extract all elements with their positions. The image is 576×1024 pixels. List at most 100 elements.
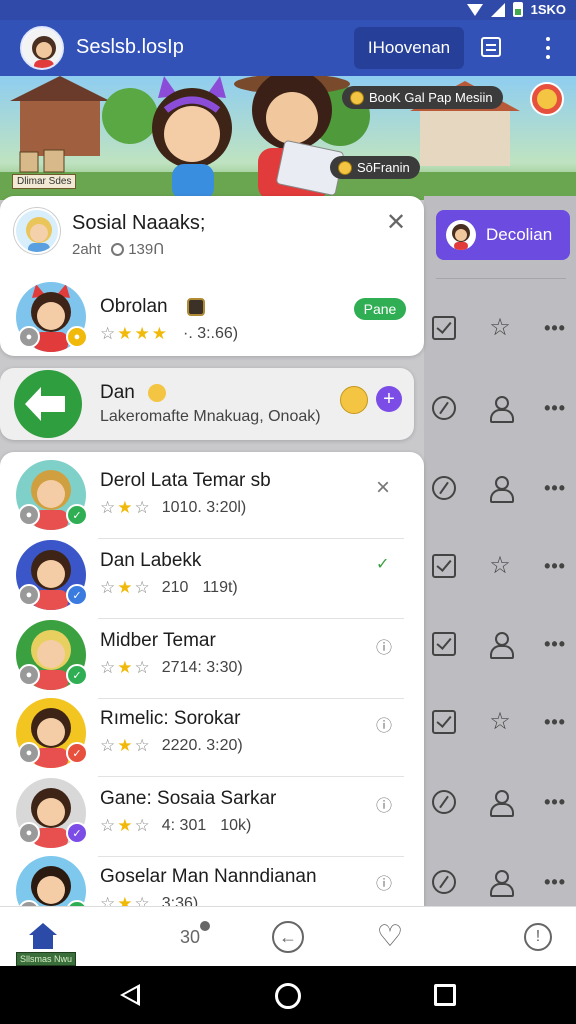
person-icon[interactable] <box>489 476 515 503</box>
status-badge: ● <box>18 822 40 844</box>
app-badge: ✓ <box>66 504 88 526</box>
info-icon[interactable]: ⓘ <box>376 712 392 736</box>
compass-icon[interactable] <box>432 476 456 500</box>
status-badge: ● <box>18 326 40 348</box>
side-row: ☆ ••• <box>432 308 572 348</box>
side-row: ••• <box>432 388 572 428</box>
system-back-button[interactable] <box>120 984 140 1006</box>
check-icon[interactable]: ✓ <box>376 554 389 574</box>
status-badge: ● <box>18 664 40 686</box>
add-button[interactable]: + <box>376 386 402 412</box>
rating-stars: ☆★☆ <box>100 498 152 517</box>
status-time: 1SKO <box>530 2 566 17</box>
app-badge: ✓ <box>66 584 88 606</box>
system-home-button[interactable] <box>275 983 301 1009</box>
group-chat-card[interactable]: Dan Lakeromafte Mnakuag, Onoak) <box>0 368 414 440</box>
close-icon[interactable]: ✕ <box>386 208 406 237</box>
group-name: Dan <box>100 382 167 404</box>
info-icon: ! <box>524 923 552 951</box>
person-icon[interactable] <box>489 790 515 817</box>
status-bar: 1SKO <box>0 0 576 20</box>
banner-tag-bottom[interactable]: SōFranin <box>330 156 420 179</box>
emoji-icon <box>338 160 352 175</box>
featured-name: Obrolan <box>100 296 205 318</box>
count-indicator: 30 <box>180 920 211 948</box>
rating-stars: ☆★★★ <box>100 324 169 343</box>
document-button[interactable] <box>476 29 506 65</box>
side-action-button[interactable]: Decolian <box>436 210 570 260</box>
star-icon[interactable]: ☆ <box>489 710 511 734</box>
app-badge: ✓ <box>66 664 88 686</box>
star-icon[interactable]: ☆ <box>489 554 511 578</box>
person-icon[interactable] <box>489 870 515 897</box>
nav-count[interactable]: 30 <box>170 919 211 955</box>
nav-home[interactable] <box>28 919 58 955</box>
status-badge: ● <box>18 504 40 526</box>
more-icon[interactable]: ••• <box>544 556 566 577</box>
banner-caption: Dlimar Sdes <box>12 174 77 189</box>
card-title: Sosial Naaaks; <box>72 212 206 234</box>
checkbox-icon[interactable] <box>432 632 456 656</box>
banner-tag-top[interactable]: BooK Gal Pap Mesiin <box>342 86 503 109</box>
side-row: ••• <box>432 624 572 664</box>
contact-meta: ☆★☆ 4: 301 10k) <box>100 816 252 835</box>
divider <box>436 278 566 279</box>
more-icon[interactable]: ••• <box>544 792 566 813</box>
divider <box>98 698 404 699</box>
nav-back-arrow[interactable]: ← <box>270 919 306 955</box>
compass-icon[interactable] <box>432 396 456 420</box>
rating-stars: ☆★☆ <box>100 816 152 835</box>
divider <box>98 856 404 857</box>
close-icon[interactable]: × <box>376 474 390 502</box>
signal-icon <box>490 2 505 17</box>
notification-dot <box>200 920 211 931</box>
group-icon <box>14 370 82 438</box>
more-options-button[interactable] <box>540 34 556 62</box>
checkbox-icon[interactable] <box>432 316 456 340</box>
rating-stars: ☆★☆ <box>100 658 152 677</box>
compass-icon[interactable] <box>432 790 456 814</box>
header-chip-button[interactable]: IHoovenan <box>354 27 464 69</box>
nav-favorites[interactable]: ♡ <box>372 919 408 955</box>
emoji-icon <box>350 90 364 105</box>
bottom-navigation: 30 ← ♡ ! <box>0 906 576 966</box>
avatar <box>446 220 476 250</box>
info-icon[interactable]: ⓘ <box>376 634 392 658</box>
app-title: Seslsb.losIp <box>76 36 184 58</box>
more-icon[interactable]: ••• <box>544 478 566 499</box>
more-icon[interactable]: ••• <box>544 318 566 339</box>
compass-icon[interactable] <box>432 870 456 894</box>
nav-info[interactable]: ! <box>520 919 556 955</box>
more-icon[interactable]: ••• <box>544 712 566 733</box>
wifi-icon <box>466 3 483 16</box>
person-icon[interactable] <box>489 632 515 659</box>
contact-meta: ☆★☆ 2220. 3:20) <box>100 736 243 755</box>
system-recents-button[interactable] <box>434 984 456 1006</box>
emoji-reaction-button[interactable] <box>530 82 564 116</box>
checkbox-icon[interactable] <box>432 554 456 578</box>
battery-icon <box>512 2 523 17</box>
star-icon[interactable]: ☆ <box>489 316 511 340</box>
checkbox-icon[interactable] <box>432 710 456 734</box>
info-icon[interactable]: ⓘ <box>376 870 392 894</box>
featured-meta: ☆★★★ ·. 3:.66) <box>100 324 239 343</box>
hero-banner: BooK Gal Pap Mesiin SōFranin <box>0 76 576 200</box>
heart-icon: ♡ <box>376 920 404 953</box>
card-subtitle: 2aht 139Ո <box>72 240 165 259</box>
info-icon[interactable]: ⓘ <box>376 792 392 816</box>
status-badge: ● <box>18 742 40 764</box>
contact-meta: ☆★☆ 210 119t) <box>100 578 238 597</box>
contact-name: Midber Temar <box>100 630 216 651</box>
status-pill[interactable]: Pane <box>354 298 406 320</box>
more-icon[interactable]: ••• <box>544 398 566 419</box>
profile-avatar[interactable] <box>20 26 64 70</box>
arrow-left-icon: ← <box>272 921 304 953</box>
app-bar: Seslsb.losIp IHoovenan <box>0 20 576 76</box>
more-icon[interactable]: ••• <box>544 872 566 893</box>
more-icon[interactable]: ••• <box>544 634 566 655</box>
person-icon[interactable] <box>489 396 515 423</box>
contact-name: Rımelic: Sorokar <box>100 708 241 729</box>
status-badge: ● <box>18 584 40 606</box>
group-avatar[interactable] <box>14 208 60 254</box>
system-navigation <box>0 966 576 1024</box>
